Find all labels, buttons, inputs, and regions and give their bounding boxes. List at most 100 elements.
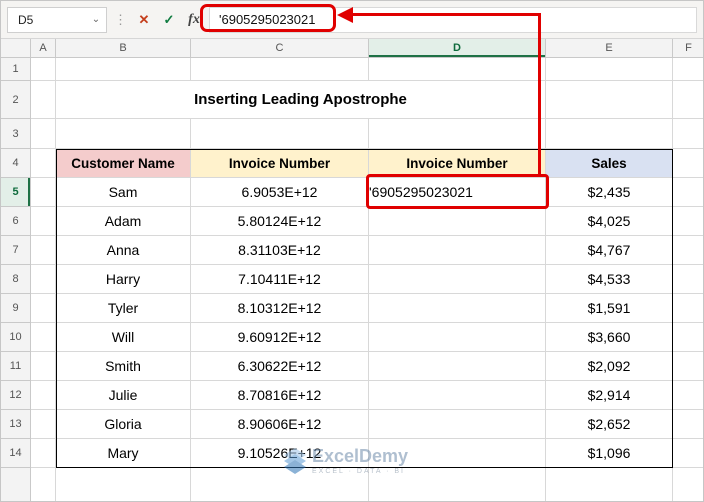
header-cell-invoice-number-sci[interactable]: Invoice Number [191, 149, 369, 178]
row-header-11[interactable]: 11 [1, 352, 31, 381]
row-header-8[interactable]: 8 [1, 265, 31, 294]
col-header-C[interactable]: C [191, 39, 369, 58]
cell-E10[interactable]: $3,660 [546, 323, 673, 352]
col-header-B[interactable]: B [56, 39, 191, 58]
row-header-12[interactable]: 12 [1, 381, 31, 410]
cell-B10[interactable]: Will [56, 323, 191, 352]
row-header-14[interactable]: 14 [1, 439, 31, 468]
cell-C12[interactable]: 8.70816E+12 [191, 381, 369, 410]
cell[interactable] [673, 323, 703, 352]
row-header-1[interactable]: 1 [1, 58, 31, 81]
cell-E11[interactable]: $2,092 [546, 352, 673, 381]
cell-D9[interactable] [369, 294, 546, 323]
row-header-6[interactable]: 6 [1, 207, 31, 236]
cell[interactable] [673, 58, 703, 81]
col-header-A[interactable]: A [31, 39, 56, 58]
insert-function-icon[interactable]: fx [184, 9, 204, 31]
cell[interactable] [546, 119, 673, 149]
row-header-7[interactable]: 7 [1, 236, 31, 265]
cell-D5-active[interactable]: '6905295023021 [369, 178, 546, 207]
cell-C8[interactable]: 7.10411E+12 [191, 265, 369, 294]
row-header-9[interactable]: 9 [1, 294, 31, 323]
cell[interactable] [369, 468, 546, 501]
name-box[interactable]: D5 ⌄ [7, 6, 107, 33]
cell[interactable] [673, 294, 703, 323]
cell-C10[interactable]: 9.60912E+12 [191, 323, 369, 352]
cell[interactable] [31, 439, 56, 468]
cell[interactable] [673, 410, 703, 439]
formula-input[interactable]: '6905295023021 [209, 6, 697, 33]
cell-C7[interactable]: 8.31103E+12 [191, 236, 369, 265]
row-header-3[interactable]: 3 [1, 119, 31, 149]
enter-button[interactable]: ✓ [159, 9, 179, 31]
cell-C14[interactable]: 9.10526E+12 [191, 439, 369, 468]
cell-E13[interactable]: $2,652 [546, 410, 673, 439]
cell-D12[interactable] [369, 381, 546, 410]
cell-B8[interactable]: Harry [56, 265, 191, 294]
cell-D7[interactable] [369, 236, 546, 265]
cell-D6[interactable] [369, 207, 546, 236]
cell[interactable] [31, 81, 56, 119]
cell[interactable] [673, 207, 703, 236]
cell[interactable] [673, 468, 703, 501]
cell[interactable] [546, 468, 673, 501]
cell-C11[interactable]: 6.30622E+12 [191, 352, 369, 381]
cell-C6[interactable]: 5.80124E+12 [191, 207, 369, 236]
cell-E7[interactable]: $4,767 [546, 236, 673, 265]
cell-C5[interactable]: 6.9053E+12 [191, 178, 369, 207]
cell[interactable] [369, 119, 546, 149]
row-header-10[interactable]: 10 [1, 323, 31, 352]
cell[interactable] [673, 439, 703, 468]
cell-E9[interactable]: $1,591 [546, 294, 673, 323]
cell-B12[interactable]: Julie [56, 381, 191, 410]
cell-D8[interactable] [369, 265, 546, 294]
cell-C9[interactable]: 8.10312E+12 [191, 294, 369, 323]
cell[interactable] [673, 81, 703, 119]
cell[interactable] [673, 352, 703, 381]
cell[interactable] [546, 58, 673, 81]
cell-E8[interactable]: $4,533 [546, 265, 673, 294]
cell[interactable] [31, 468, 56, 501]
cell-C13[interactable]: 8.90606E+12 [191, 410, 369, 439]
row-header-5-selected[interactable]: 5 [1, 178, 31, 207]
cell[interactable] [31, 381, 56, 410]
cell-D10[interactable] [369, 323, 546, 352]
cell[interactable] [191, 119, 369, 149]
cancel-button[interactable]: ✕ [134, 9, 154, 31]
cell-D11[interactable] [369, 352, 546, 381]
cell[interactable] [31, 119, 56, 149]
col-header-E[interactable]: E [546, 39, 673, 58]
header-cell-customer-name[interactable]: Customer Name [56, 149, 191, 178]
cell-B14[interactable]: Mary [56, 439, 191, 468]
cell[interactable] [31, 178, 56, 207]
cell[interactable] [31, 294, 56, 323]
cell[interactable] [673, 119, 703, 149]
cell-E14[interactable]: $1,096 [546, 439, 673, 468]
cell[interactable] [56, 119, 191, 149]
row-header-4[interactable]: 4 [1, 149, 31, 178]
cell-E5[interactable]: $2,435 [546, 178, 673, 207]
cell[interactable] [31, 323, 56, 352]
row-header-13[interactable]: 13 [1, 410, 31, 439]
cell-B9[interactable]: Tyler [56, 294, 191, 323]
cell[interactable] [31, 352, 56, 381]
row-header-2[interactable]: 2 [1, 81, 31, 119]
cell[interactable] [191, 58, 369, 81]
name-box-dropdown-icon[interactable]: ⌄ [86, 14, 106, 25]
cell[interactable] [673, 236, 703, 265]
cell-D14[interactable] [369, 439, 546, 468]
cell[interactable] [673, 381, 703, 410]
cell-D13[interactable] [369, 410, 546, 439]
cell[interactable] [191, 468, 369, 501]
cell-E6[interactable]: $4,025 [546, 207, 673, 236]
cell[interactable] [673, 265, 703, 294]
cell[interactable] [369, 58, 546, 81]
cell[interactable] [31, 236, 56, 265]
cell-B11[interactable]: Smith [56, 352, 191, 381]
row-header-15-partial[interactable] [1, 468, 31, 501]
sheet-title[interactable]: Inserting Leading Apostrophe [56, 81, 546, 119]
cell-B7[interactable]: Anna [56, 236, 191, 265]
cell[interactable] [673, 178, 703, 207]
cell[interactable] [546, 81, 673, 119]
cell[interactable] [56, 58, 191, 81]
